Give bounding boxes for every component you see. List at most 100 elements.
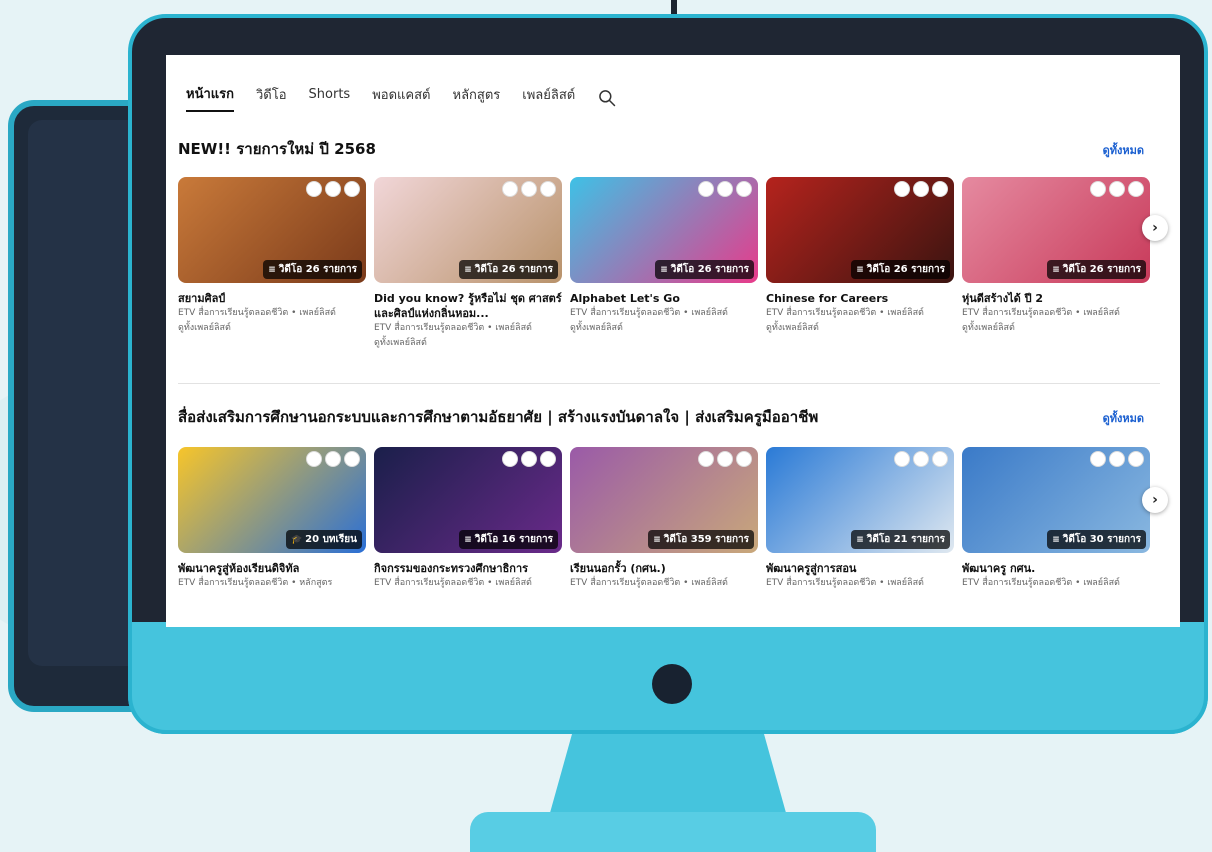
video-count-label: วิดีโอ 26 รายการ xyxy=(670,264,749,275)
playlist-meta: ETV สื่อการเรียนรู้ตลอดชีวิต • เพลย์ลิสต… xyxy=(374,323,532,333)
playlist-meta: ETV สื่อการเรียนรู้ตลอดชีวิต • เพลย์ลิสต… xyxy=(766,308,924,318)
search-icon[interactable] xyxy=(597,88,617,108)
view-full-playlist-link[interactable]: ดูทั้งเพลย์ลิสต์ xyxy=(570,321,758,336)
monitor-stand-base xyxy=(470,812,876,852)
playlist-card[interactable]: ≡ วิดีโอ 26 รายการ Did you know? รู้หรือไม… xyxy=(374,177,562,351)
playlist-card[interactable]: ≡ วิดีโอ 16 รายการกิจกรรมของกระทรวงศึกษาธ… xyxy=(374,447,562,591)
playlist-thumbnail[interactable]: 🎓 20 บทเรียน xyxy=(178,447,366,553)
tab-home[interactable]: หน้าแรก xyxy=(186,83,234,112)
channel-logos xyxy=(1090,181,1144,197)
playlist-title[interactable]: กิจกรรมของกระทรวงศึกษาธิการ xyxy=(374,561,562,576)
playlist-thumbnail[interactable]: ≡ วิดีโอ 26 รายการ xyxy=(570,177,758,283)
section-divider xyxy=(178,383,1160,384)
video-count-label: วิดีโอ 26 รายการ xyxy=(278,264,357,275)
channel-logos xyxy=(1090,451,1144,467)
playlist-meta: ETV สื่อการเรียนรู้ตลอดชีวิต • เพลย์ลิสต… xyxy=(374,578,532,588)
playlist-icon: ≡ xyxy=(653,534,661,545)
view-full-playlist-link[interactable]: ดูทั้งเพลย์ลิสต์ xyxy=(766,321,954,336)
playlist-card[interactable]: ≡ วิดีโอ 26 รายการหุ่นดีสร้างได้ ปี 2 ETV … xyxy=(962,177,1150,351)
channel-logos xyxy=(306,181,360,197)
playlist-card[interactable]: ≡ วิดีโอ 359 รายการ เรียนนอกรั้ว (กศน.) ETV… xyxy=(570,447,758,591)
playlist-thumbnail[interactable]: ≡ วิดีโอ 21 รายการ xyxy=(766,447,954,553)
next-arrow-button[interactable]: › xyxy=(1142,487,1168,513)
playlist-title[interactable]: Alphabet Let's Go xyxy=(570,291,758,306)
playlist-meta: ETV สื่อการเรียนรู้ตลอดชีวิต • เพลย์ลิสต… xyxy=(766,578,924,588)
video-count-badge: ≡ วิดีโอ 26 รายการ xyxy=(459,260,558,279)
video-count-label: วิดีโอ 26 รายการ xyxy=(1062,264,1141,275)
video-count-label: วิดีโอ 359 รายการ xyxy=(663,534,749,545)
video-count-badge: 🎓 20 บทเรียน xyxy=(285,530,362,549)
playlist-meta: ETV สื่อการเรียนรู้ตลอดชีวิต • หลักสูตร xyxy=(178,578,333,588)
tab-shorts[interactable]: Shorts xyxy=(309,87,351,108)
playlist-card[interactable]: ≡ วิดีโอ 26 รายการ Chinese for Careers ETV … xyxy=(766,177,954,351)
playlist-icon: ≡ xyxy=(1052,264,1060,275)
playlist-title[interactable]: Did you know? รู้หรือไม่ ชุด ศาสตร์และศิ… xyxy=(374,291,562,321)
playlist-title[interactable]: สยามศิลป์ xyxy=(178,291,366,306)
next-arrow-button[interactable]: › xyxy=(1142,215,1168,241)
playlist-thumbnail[interactable]: ≡ วิดีโอ 26 รายการ xyxy=(178,177,366,283)
channel-logos xyxy=(502,451,556,467)
playlist-thumbnail[interactable]: ≡ วิดีโอ 16 รายการ xyxy=(374,447,562,553)
video-count-badge: ≡ วิดีโอ 30 รายการ xyxy=(1047,530,1146,549)
video-count-badge: ≡ วิดีโอ 26 รายการ xyxy=(263,260,362,279)
video-count-badge: ≡ วิดีโอ 16 รายการ xyxy=(459,530,558,549)
playlist-row: ≡ วิดีโอ 26 รายการ สยามศิลป์ ETV สื่อการเรี… xyxy=(178,177,1150,351)
playlist-title[interactable]: Chinese for Careers xyxy=(766,291,954,306)
video-count-label: วิดีโอ 21 รายการ xyxy=(866,534,945,545)
playlist-card[interactable]: 🎓 20 บทเรียนพัฒนาครูสู่ห้องเรียนดิจิทัล ET… xyxy=(178,447,366,591)
playlist-meta: ETV สื่อการเรียนรู้ตลอดชีวิต • เพลย์ลิสต… xyxy=(962,308,1120,318)
playlist-meta: ETV สื่อการเรียนรู้ตลอดชีวิต • เพลย์ลิสต… xyxy=(962,578,1120,588)
view-full-playlist-link[interactable]: ดูทั้งเพลย์ลิสต์ xyxy=(374,336,562,351)
view-full-playlist-link[interactable]: ดูทั้งเพลย์ลิสต์ xyxy=(962,321,1150,336)
channel-logos xyxy=(894,451,948,467)
tab-playlists[interactable]: เพลย์ลิสต์ xyxy=(522,84,575,111)
video-count-badge: ≡ วิดีโอ 26 รายการ xyxy=(851,260,950,279)
tab-podcasts[interactable]: พอดแคสต์ xyxy=(372,84,430,111)
playlist-icon: ≡ xyxy=(464,534,472,545)
playlist-card[interactable]: ≡ วิดีโอ 21 รายการพัฒนาครูสู่การสอน ETV สื… xyxy=(766,447,954,591)
channel-page: หน้าแรก วิดีโอ Shorts พอดแคสต์ หลักสูตร … xyxy=(166,55,1180,627)
video-count-badge: ≡ วิดีโอ 21 รายการ xyxy=(851,530,950,549)
video-count-badge: ≡ วิดีโอ 26 รายการ xyxy=(1047,260,1146,279)
video-count-badge: ≡ วิดีโอ 26 รายการ xyxy=(655,260,754,279)
channel-logos xyxy=(894,181,948,197)
playlist-title[interactable]: เรียนนอกรั้ว (กศน.) xyxy=(570,561,758,576)
video-count-label: วิดีโอ 30 รายการ xyxy=(1062,534,1141,545)
see-all-link[interactable]: ดูทั้งหมด xyxy=(1103,409,1144,427)
see-all-link[interactable]: ดูทั้งหมด xyxy=(1103,141,1144,159)
playlist-card[interactable]: ≡ วิดีโอ 26 รายการ Alphabet Let's Go ETV สื… xyxy=(570,177,758,351)
playlist-title[interactable]: หุ่นดีสร้างได้ ปี 2 xyxy=(962,291,1150,306)
video-count-label: วิดีโอ 26 รายการ xyxy=(866,264,945,275)
playlist-icon: ≡ xyxy=(856,534,864,545)
playlist-thumbnail[interactable]: ≡ วิดีโอ 30 รายการ xyxy=(962,447,1150,553)
playlist-thumbnail[interactable]: ≡ วิดีโอ 26 รายการ xyxy=(766,177,954,283)
video-count-badge: ≡ วิดีโอ 359 รายการ xyxy=(648,530,754,549)
playlist-icon: ≡ xyxy=(1052,534,1060,545)
playlist-thumbnail[interactable]: ≡ วิดีโอ 26 รายการ xyxy=(374,177,562,283)
channel-tabs: หน้าแรก วิดีโอ Shorts พอดแคสต์ หลักสูตร … xyxy=(186,83,617,112)
channel-logos xyxy=(306,451,360,467)
tab-courses[interactable]: หลักสูตร xyxy=(453,84,501,111)
section-title-new: NEW!! รายการใหม่ ปี 2568 xyxy=(178,140,376,158)
channel-logos xyxy=(698,451,752,467)
course-icon: 🎓 xyxy=(290,534,303,545)
playlist-icon: ≡ xyxy=(268,264,276,275)
playlist-title[interactable]: พัฒนาครูสู่การสอน xyxy=(766,561,954,576)
section-title-nonformal: สื่อส่งเสริมการศึกษานอกระบบและการศึกษาตา… xyxy=(178,408,819,426)
playlist-meta: ETV สื่อการเรียนรู้ตลอดชีวิต • เพลย์ลิสต… xyxy=(570,308,728,318)
playlist-row: 🎓 20 บทเรียนพัฒนาครูสู่ห้องเรียนดิจิทัล ET… xyxy=(178,447,1150,591)
playlist-thumbnail[interactable]: ≡ วิดีโอ 26 รายการ xyxy=(962,177,1150,283)
view-full-playlist-link[interactable]: ดูทั้งเพลย์ลิสต์ xyxy=(178,321,366,336)
channel-logos xyxy=(698,181,752,197)
playlist-title[interactable]: พัฒนาครูสู่ห้องเรียนดิจิทัล xyxy=(178,561,366,576)
monitor-camera xyxy=(652,664,692,704)
video-count-label: 20 บทเรียน xyxy=(305,534,357,545)
playlist-card[interactable]: ≡ วิดีโอ 26 รายการสยามศิลป์ ETV สื่อการเรี… xyxy=(178,177,366,351)
playlist-card[interactable]: ≡ วิดีโอ 30 รายการพัฒนาครู กศน. ETV สื่อกา… xyxy=(962,447,1150,591)
playlist-icon: ≡ xyxy=(660,264,668,275)
playlist-icon: ≡ xyxy=(856,264,864,275)
playlist-title[interactable]: พัฒนาครู กศน. xyxy=(962,561,1150,576)
tab-videos[interactable]: วิดีโอ xyxy=(256,84,287,111)
playlist-meta: ETV สื่อการเรียนรู้ตลอดชีวิต • เพลย์ลิสต… xyxy=(178,308,336,318)
playlist-thumbnail[interactable]: ≡ วิดีโอ 359 รายการ xyxy=(570,447,758,553)
